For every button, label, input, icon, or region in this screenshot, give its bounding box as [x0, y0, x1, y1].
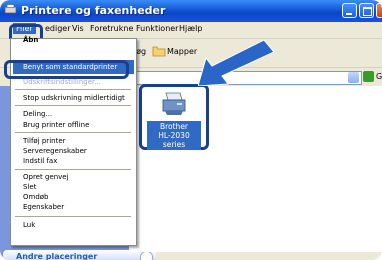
folders-button[interactable]: Mapper [167, 47, 197, 56]
printer-folder-icon [4, 4, 17, 14]
set-default-callout [4, 60, 129, 79]
maximize-icon [363, 7, 372, 16]
printer-icon[interactable] [160, 91, 188, 117]
maximize-button[interactable] [359, 3, 374, 18]
menu-separator [15, 216, 131, 217]
menu-rename[interactable]: Omdøb [23, 193, 49, 201]
go-button[interactable]: G [376, 72, 382, 81]
title-bar[interactable]: Printere og faxenheder [0, 0, 382, 22]
explorer-window: Printere og faxenheder Filer ediger Vis … [0, 0, 382, 260]
horizontal-scrollbar[interactable] [156, 252, 382, 260]
printer-name-line2: HL-2030 series [158, 131, 190, 149]
menu-server-properties[interactable]: Serveregenskaber [23, 147, 87, 155]
menu-view[interactable]: Vis [72, 24, 84, 33]
menu-setup-fax[interactable]: Indstil fax [23, 157, 57, 165]
menu-separator [15, 89, 131, 90]
menu-properties[interactable]: Egenskaber [23, 203, 64, 211]
printer-name-line1: Brother [159, 122, 189, 131]
menu-add-printer[interactable]: Tilføj printer [23, 137, 66, 145]
address-dropdown-icon[interactable] [348, 72, 359, 83]
menu-sharing[interactable]: Deling... [23, 110, 52, 118]
minimize-button[interactable] [342, 3, 357, 18]
menu-create-shortcut[interactable]: Opret genvej [23, 173, 69, 181]
menu-separator [15, 132, 131, 133]
menu-edit[interactable]: ediger [45, 24, 71, 33]
menu-pause-printing[interactable]: Stop udskrivning midlertidigt [23, 94, 125, 102]
folders-icon[interactable] [152, 44, 166, 57]
menu-favorites[interactable]: Foretrukne [90, 24, 133, 33]
menu-use-offline[interactable]: Brug printer offline [23, 121, 89, 129]
chevron-up-icon[interactable] [140, 251, 153, 260]
printer-name[interactable]: Brother HL-2030 series [147, 121, 201, 150]
other-places-label: Andre placeringer [16, 252, 98, 260]
menu-separator [15, 169, 131, 170]
menu-open[interactable]: Åbn [23, 36, 38, 44]
menu-printing-preferences[interactable]: Udskriftsindstillinger... [23, 78, 101, 86]
go-arrow-icon[interactable] [363, 71, 374, 82]
menu-tools[interactable]: Funktioner [136, 24, 178, 33]
window-title: Printere og faxenheder [21, 4, 166, 17]
close-button[interactable] [376, 3, 382, 18]
menu-help[interactable]: Hjælp [179, 24, 202, 33]
menu-close[interactable]: Luk [23, 221, 35, 229]
minimize-icon [346, 13, 352, 15]
menu-delete[interactable]: Slet [23, 183, 36, 191]
menu-separator [15, 105, 131, 106]
menu-bar: Filer ediger Vis Foretrukne Funktioner H… [0, 22, 382, 60]
pointer-arrow-icon [198, 40, 274, 86]
